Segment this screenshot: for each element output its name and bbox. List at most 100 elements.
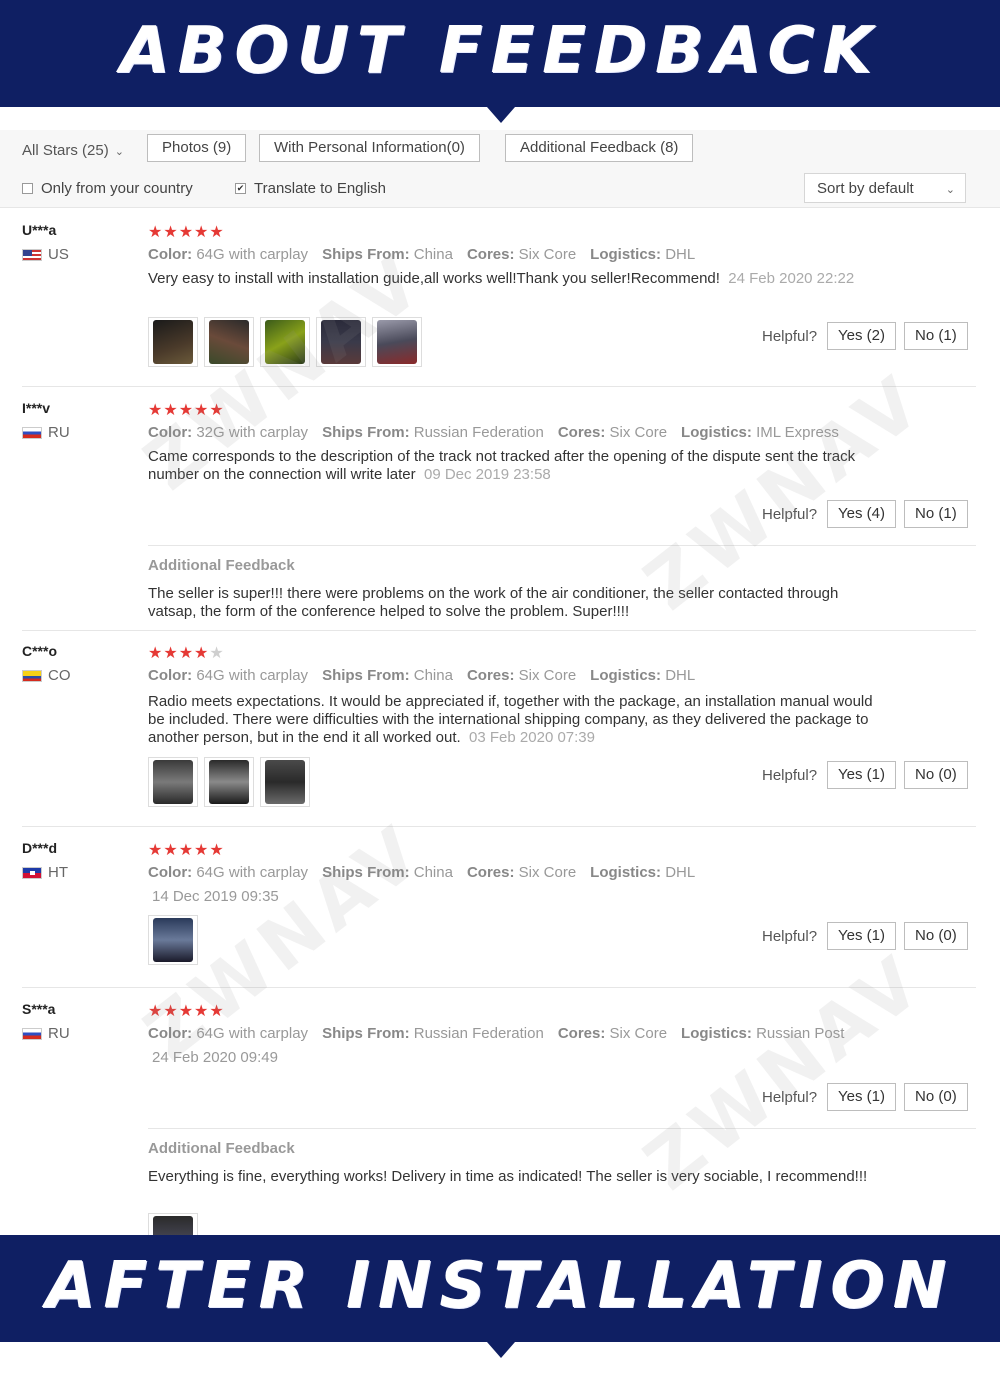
reviewer-name: S***a	[22, 1001, 56, 1017]
country-code: CO	[48, 667, 71, 684]
top-banner-notch	[487, 107, 515, 123]
ru-flag-icon	[22, 426, 42, 439]
cores-label: Cores:	[466, 246, 515, 263]
ships-from-label: Ships From:	[322, 864, 410, 881]
only-country-label: Only from your country	[41, 180, 193, 197]
review-photo-thumb[interactable]	[148, 1213, 198, 1235]
cores-value: Six Core	[518, 667, 577, 684]
ships-from-value: Russian Federation	[413, 424, 544, 441]
review-divider	[22, 386, 976, 387]
ht-flag-icon	[22, 866, 42, 879]
helpful-no-button[interactable]: No (1)	[904, 500, 968, 528]
star-rating: ★★★★★	[148, 645, 225, 662]
review-meta: Color: 64G with carplay Ships From: China…	[148, 864, 695, 881]
ships-from-value: China	[413, 864, 453, 881]
helpful-yes-button[interactable]: Yes (2)	[827, 322, 897, 350]
helpful-yes-button[interactable]: Yes (1)	[827, 761, 897, 789]
bottom-banner-notch	[487, 1342, 515, 1358]
helpful-no-button[interactable]: No (0)	[904, 922, 968, 950]
color-label: Color:	[148, 667, 193, 684]
helpful-label: Helpful?	[762, 766, 818, 784]
translate-label: Translate to English	[254, 180, 387, 197]
bottom-banner-title: AFTER INSTALLATION	[45, 1249, 955, 1323]
color-label: Color:	[148, 864, 193, 881]
helpful-yes-button[interactable]: Yes (1)	[827, 1083, 897, 1111]
review-photo-thumb[interactable]	[148, 317, 198, 367]
review-text: Came corresponds to the description of t…	[148, 448, 888, 484]
all-stars-dropdown[interactable]: All Stars (25) ⌄	[22, 142, 124, 159]
reviewer-name: I***v	[22, 400, 51, 416]
sort-label: Sort by default	[817, 180, 914, 197]
star-rating: ★★★★★	[148, 1003, 225, 1020]
review-date: 24 Feb 2020 09:49	[152, 1049, 278, 1066]
cores-label: Cores:	[557, 1025, 606, 1042]
helpful-controls: Helpful? Yes (1) No (0)	[762, 1083, 968, 1111]
logistics-label: Logistics:	[681, 1025, 752, 1042]
helpful-controls: Helpful? Yes (1) No (0)	[762, 922, 968, 950]
filter-bar: All Stars (25) ⌄ Photos (9) With Personal…	[0, 130, 1000, 208]
ships-from-label: Ships From:	[322, 1025, 410, 1042]
helpful-label: Helpful?	[762, 1088, 818, 1106]
review-photo-thumb[interactable]	[148, 757, 198, 807]
review-photos	[148, 1213, 198, 1235]
helpful-controls: Helpful? Yes (2) No (1)	[762, 322, 968, 350]
review-photo-thumb[interactable]	[148, 915, 198, 965]
additional-feedback-filter-button[interactable]: Additional Feedback (8)	[505, 134, 694, 162]
ships-from-value: Russian Federation	[413, 1025, 544, 1042]
review-photo-thumb[interactable]	[372, 317, 422, 367]
logistics-value: DHL	[665, 864, 696, 881]
color-value: 64G with carplay	[196, 864, 309, 881]
color-value: 64G with carplay	[196, 1025, 309, 1042]
helpful-no-button[interactable]: No (1)	[904, 322, 968, 350]
logistics-label: Logistics:	[590, 246, 662, 263]
review-photos	[148, 317, 422, 367]
translate-checkbox[interactable]: ✔ Translate to English	[235, 180, 386, 197]
review-photos	[148, 757, 310, 807]
logistics-value: IML Express	[756, 424, 839, 441]
helpful-yes-button[interactable]: Yes (4)	[827, 500, 897, 528]
checkbox-unchecked-icon	[22, 183, 33, 194]
country-code: RU	[48, 424, 70, 441]
helpful-label: Helpful?	[762, 327, 818, 345]
personal-info-filter-button[interactable]: With Personal Information(0)	[259, 134, 480, 162]
reviewer-country: RU	[22, 1025, 70, 1042]
reviewer-country: CO	[22, 667, 71, 684]
star-rating: ★★★★★	[148, 842, 225, 859]
review-text: Very easy to install with installation g…	[148, 270, 888, 288]
additional-feedback-text: Everything is fine, everything works! De…	[148, 1168, 868, 1185]
helpful-no-button[interactable]: No (0)	[904, 1083, 968, 1111]
review-date: 24 Feb 2020 22:22	[728, 270, 855, 287]
review-photo-thumb[interactable]	[316, 317, 366, 367]
ships-from-label: Ships From:	[322, 424, 410, 441]
logistics-label: Logistics:	[590, 667, 662, 684]
co-flag-icon	[22, 669, 42, 682]
cores-value: Six Core	[609, 424, 668, 441]
top-banner: ABOUT FEEDBACK	[0, 0, 1000, 123]
photos-filter-button[interactable]: Photos (9)	[147, 134, 247, 162]
cores-value: Six Core	[518, 864, 577, 881]
review-meta: Color: 32G with carplay Ships From: Russi…	[148, 424, 839, 441]
country-code: RU	[48, 1025, 70, 1042]
ships-from-value: China	[413, 667, 453, 684]
reviews-panel: All Stars (25) ⌄ Photos (9) With Personal…	[0, 130, 1000, 1235]
logistics-label: Logistics:	[590, 864, 662, 881]
chevron-down-icon: ⌄	[114, 146, 124, 158]
cores-value: Six Core	[609, 1025, 668, 1042]
additional-feedback-text: The seller is super!!! there were proble…	[148, 585, 839, 620]
review-meta: Color: 64G with carplay Ships From: China…	[148, 246, 695, 263]
additional-divider	[148, 545, 976, 546]
review-photo-thumb[interactable]	[260, 317, 310, 367]
logistics-value: DHL	[665, 246, 696, 263]
helpful-yes-button[interactable]: Yes (1)	[827, 922, 897, 950]
all-stars-label: All Stars (25)	[22, 142, 109, 159]
cores-label: Cores:	[466, 864, 515, 881]
review-photo-thumb[interactable]	[260, 757, 310, 807]
helpful-no-button[interactable]: No (0)	[904, 761, 968, 789]
sort-dropdown[interactable]: Sort by default ⌄	[804, 173, 966, 203]
review-divider	[22, 826, 976, 827]
color-value: 64G with carplay	[196, 667, 309, 684]
ships-from-label: Ships From:	[322, 246, 410, 263]
review-photo-thumb[interactable]	[204, 317, 254, 367]
only-country-checkbox[interactable]: Only from your country	[22, 180, 193, 197]
review-photo-thumb[interactable]	[204, 757, 254, 807]
